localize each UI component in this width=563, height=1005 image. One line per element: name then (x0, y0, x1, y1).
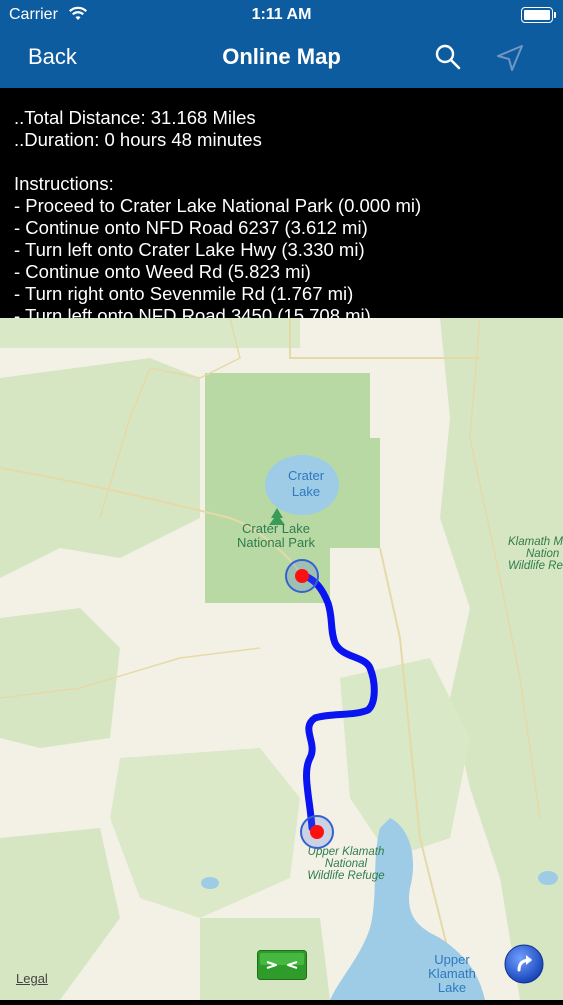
instructions-heading: Instructions: (14, 173, 114, 194)
pond-water (201, 877, 219, 889)
instruction-step: - Continue onto NFD Road 6237 (3.612 mi) (14, 217, 368, 238)
map-legal-link[interactable]: Legal (16, 971, 48, 986)
instruction-step: - Proceed to Crater Lake National Park (… (14, 195, 422, 216)
panel-toggle-button[interactable] (257, 950, 307, 980)
map-label-crater-lake: Crater (288, 468, 325, 483)
pond-water (538, 871, 558, 885)
nav-bar: Back Online Map (0, 30, 563, 88)
forest-area (0, 318, 300, 348)
map-label-park: Crater Lake (242, 521, 310, 536)
recenter-button[interactable] (504, 944, 544, 984)
map-label-crater-lake: Lake (292, 484, 320, 499)
page-title: Online Map (222, 44, 341, 69)
map-label-klamath-refuge: Wildlife Re (508, 560, 563, 572)
battery-icon (521, 7, 556, 23)
map-label-upper-klamath-refuge: Wildlife Refuge (307, 870, 384, 882)
status-bar: Carrier 1:11 AM (0, 0, 563, 30)
app-header: Carrier 1:11 AM Back Online Map (0, 0, 563, 88)
duration: ..Duration: 0 hours 48 minutes (14, 129, 262, 150)
end-marker[interactable] (300, 815, 334, 849)
location-arrow-icon[interactable] (494, 42, 526, 74)
map-label-upper-klamath-lake: Upper (434, 952, 470, 967)
route-info-panel[interactable]: ..Total Distance: 31.168 Miles ..Duratio… (0, 88, 563, 318)
status-time: 1:11 AM (251, 6, 312, 23)
instruction-step: - Turn right onto Sevenmile Rd (1.767 mi… (14, 283, 354, 304)
total-distance: ..Total Distance: 31.168 Miles (14, 107, 256, 128)
map-label-upper-klamath-refuge: National (325, 858, 368, 870)
map-label-upper-klamath-lake: Lake (438, 980, 466, 995)
instruction-step: - Turn left onto NFD Road 3450 (15.708 m… (14, 305, 371, 318)
map-label-klamath-refuge: Nation (526, 548, 559, 560)
search-icon[interactable] (433, 42, 463, 72)
map-label-upper-klamath-lake: Klamath (428, 966, 476, 981)
map-label-klamath-refuge: Klamath M (508, 536, 563, 548)
instruction-step: - Continue onto Weed Rd (5.823 mi) (14, 261, 311, 282)
instruction-step: - Turn left onto Crater Lake Hwy (3.330 … (14, 239, 365, 260)
map-label-park: National Park (237, 535, 316, 550)
map-view[interactable]: Crater Lake Crater Lake National Park Kl… (0, 317, 563, 1001)
start-marker[interactable] (285, 559, 319, 593)
